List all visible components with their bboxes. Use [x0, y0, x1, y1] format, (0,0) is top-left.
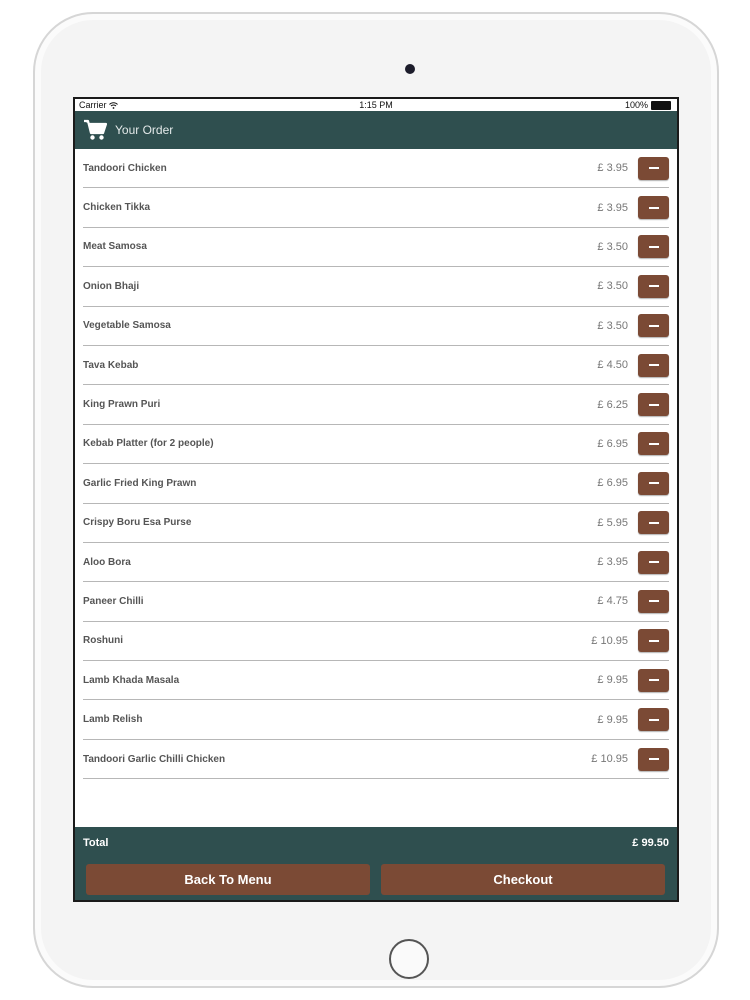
item-price: £ 10.95 [591, 753, 628, 766]
remove-item-button[interactable] [638, 393, 669, 417]
minus-icon [648, 561, 659, 564]
minus-icon [648, 679, 659, 682]
item-price: £ 3.95 [597, 201, 628, 214]
order-header: Your Order [75, 111, 677, 149]
minus-icon [648, 758, 659, 761]
item-name: Tava Kebab [83, 359, 139, 371]
minus-icon [648, 521, 659, 524]
item-price: £ 6.95 [597, 437, 628, 450]
order-item-row: Meat Samosa £ 3.50 [83, 228, 669, 268]
minus-icon [648, 167, 659, 170]
order-item-row: Tandoori Garlic Chilli Chicken £ 10.95 [83, 740, 669, 780]
minus-icon [648, 482, 659, 485]
remove-item-button[interactable] [638, 235, 669, 259]
item-price: £ 6.25 [597, 398, 628, 411]
item-name: Crispy Boru Esa Purse [83, 517, 192, 529]
order-item-row: Aloo Bora £ 3.95 [83, 543, 669, 583]
battery-percent: 100% [624, 100, 648, 110]
remove-item-button[interactable] [638, 629, 669, 653]
minus-icon [648, 639, 659, 642]
order-item-row: Kebab Platter (for 2 people) £ 6.95 [83, 425, 669, 465]
item-price: £ 4.50 [597, 359, 628, 372]
order-item-row: Vegetable Samosa £ 3.50 [83, 307, 669, 346]
battery-indicator: 100% [625, 99, 671, 111]
remove-item-button[interactable] [638, 589, 669, 613]
remove-item-button[interactable] [638, 314, 669, 338]
order-item-row: King Prawn Puri £ 6.25 [83, 385, 669, 425]
item-name: Kebab Platter (for 2 people) [83, 438, 214, 450]
item-price: £ 3.50 [597, 240, 628, 253]
remove-item-button[interactable] [638, 353, 669, 377]
item-name: Lamb Khada Masala [83, 674, 180, 686]
remove-item-button[interactable] [638, 196, 669, 220]
item-price: £ 3.50 [597, 280, 628, 293]
minus-icon [648, 442, 659, 445]
minus-icon [648, 600, 659, 603]
remove-item-button[interactable] [638, 747, 669, 771]
item-name: Tandoori Garlic Chilli Chicken [83, 753, 226, 765]
item-name: Paneer Chilli [83, 595, 144, 607]
clock: 1:15 PM [359, 100, 393, 110]
order-item-row: Lamb Khada Masala £ 9.95 [83, 661, 669, 701]
item-name: Onion Bhaji [83, 280, 140, 292]
order-item-row: Tandoori Chicken £ 3.95 [83, 149, 669, 189]
minus-icon [648, 718, 659, 721]
remove-item-button[interactable] [638, 511, 669, 535]
item-price: £ 10.95 [591, 634, 628, 647]
remove-item-button[interactable] [638, 274, 669, 298]
cart-icon [84, 119, 107, 140]
remove-item-button[interactable] [638, 550, 669, 574]
status-bar: Carrier 1:15 PM 100% [75, 99, 677, 111]
total-label: Total [83, 837, 109, 849]
item-price: £ 5.95 [597, 516, 628, 529]
battery-icon [651, 100, 671, 110]
page-title: Your Order [115, 123, 174, 137]
minus-icon [648, 285, 659, 288]
item-price: £ 3.95 [597, 162, 628, 175]
item-name: Tandoori Chicken [83, 162, 167, 174]
item-name: Garlic Fried King Prawn [83, 477, 197, 489]
home-button[interactable] [389, 939, 429, 979]
minus-icon [648, 403, 659, 406]
item-name: Vegetable Samosa [83, 320, 171, 332]
order-item-row: Crispy Boru Esa Purse £ 5.95 [83, 504, 669, 543]
minus-icon [648, 364, 659, 367]
item-price: £ 9.95 [597, 674, 628, 687]
remove-item-button[interactable] [638, 156, 669, 180]
app-screen: Carrier 1:15 PM 100% Your Order Tandoori… [73, 97, 679, 902]
order-item-row: Lamb Relish £ 9.95 [83, 700, 669, 740]
item-name: Meat Samosa [83, 241, 147, 253]
remove-item-button[interactable] [638, 708, 669, 732]
order-item-row: Roshuni £ 10.95 [83, 622, 669, 662]
minus-icon [648, 245, 659, 248]
order-item-row: Garlic Fried King Prawn £ 6.95 [83, 464, 669, 504]
back-to-menu-button[interactable]: Back To Menu [86, 864, 370, 895]
checkout-button[interactable]: Checkout [381, 864, 665, 895]
item-name: Chicken Tikka [83, 202, 151, 214]
camera [405, 64, 415, 74]
item-name: Lamb Relish [83, 714, 143, 726]
item-price: £ 4.75 [597, 595, 628, 608]
remove-item-button[interactable] [638, 432, 669, 456]
minus-icon [648, 206, 659, 209]
order-item-row: Tava Kebab £ 4.50 [83, 346, 669, 386]
item-name: King Prawn Puri [83, 399, 161, 411]
remove-item-button[interactable] [638, 471, 669, 495]
minus-icon [648, 324, 659, 327]
item-name: Roshuni [83, 635, 123, 647]
item-price: £ 9.95 [597, 713, 628, 726]
total-value: £ 99.50 [632, 837, 669, 849]
item-price: £ 3.95 [597, 556, 628, 569]
order-item-row: Paneer Chilli £ 4.75 [83, 582, 669, 622]
item-name: Aloo Bora [83, 556, 131, 568]
item-price: £ 3.50 [597, 319, 628, 332]
total-bar: Total £ 99.50 [75, 827, 677, 859]
item-price: £ 6.95 [597, 477, 628, 490]
order-item-row: Onion Bhaji £ 3.50 [83, 267, 669, 307]
order-list: Tandoori Chicken £ 3.95 Chicken Tikka £ 3.9… [75, 149, 677, 780]
action-bar: Back To Menu Checkout [75, 859, 677, 900]
order-item-row: Chicken Tikka £ 3.95 [83, 188, 669, 228]
remove-item-button[interactable] [638, 668, 669, 692]
